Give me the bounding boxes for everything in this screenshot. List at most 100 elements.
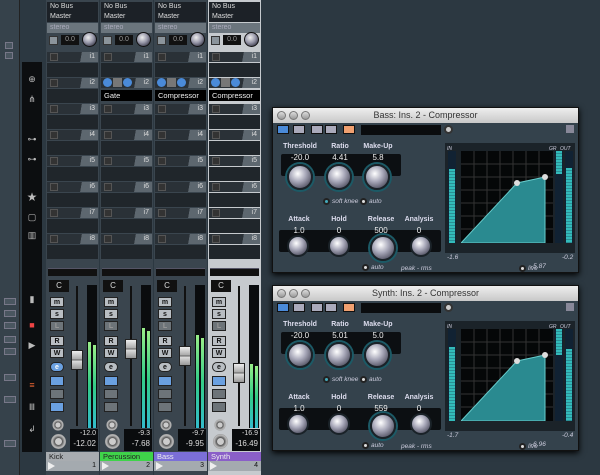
channel-name[interactable]: Kick [46,452,99,461]
pan-mode-button[interactable] [157,36,166,45]
read-button[interactable] [311,303,323,312]
insert-power-button[interactable] [104,157,112,165]
volume-fader[interactable] [125,339,137,359]
insert-bypass-icon[interactable] [104,389,118,399]
auto-makeup-toggle[interactable]: auto [360,376,382,383]
eq-bypass-icon[interactable] [50,376,64,386]
title-bar[interactable]: Bass: Ins. 2 - Compressor [273,108,578,123]
insert-power-button[interactable] [50,235,58,243]
input-routing[interactable]: Master [209,12,260,22]
preset-field[interactable] [361,125,441,135]
analysis-knob[interactable] [410,413,432,435]
return-icon[interactable]: ↲ [22,424,42,435]
output-routing[interactable]: No Bus [155,2,206,12]
pan-knob[interactable] [244,32,259,47]
insert-slot[interactable]: i1 [47,52,98,62]
auto-release-toggle[interactable]: auto [362,442,384,449]
solo-button[interactable]: s [104,309,118,319]
preset-menu-icon[interactable] [444,303,453,312]
pan-knob[interactable] [136,32,151,47]
pan-slider[interactable] [102,268,151,276]
write-button[interactable]: W [104,348,118,358]
collapse-button[interactable] [5,52,13,59]
view-button[interactable] [4,322,16,329]
insert-slot[interactable]: i7 [155,208,206,218]
attack-knob[interactable] [287,235,309,257]
pan-mode-button[interactable] [49,36,58,45]
read-button[interactable]: R [212,336,226,346]
insert-power-button[interactable] [212,131,220,139]
insert-power-button[interactable] [212,209,220,217]
insert-power-button[interactable] [104,183,112,191]
insert-slot-empty[interactable] [209,193,260,207]
send-bypass-icon[interactable] [212,402,226,412]
insert-slot-empty[interactable] [47,89,98,103]
insert-slot[interactable]: i3 [47,104,98,114]
insert-edit-button[interactable] [221,78,230,87]
insert-slot[interactable]: i5 [209,156,260,166]
edit-channel-button[interactable]: e [50,362,64,372]
read-button[interactable]: R [104,336,118,346]
view-button[interactable] [4,440,16,447]
insert-slot-empty[interactable] [155,193,206,207]
eq-icon[interactable]: ≡ [22,380,42,390]
output-routing[interactable]: No Bus [47,2,98,12]
view-button[interactable] [4,298,16,305]
sidechain-button[interactable] [343,125,355,134]
insert-power-button[interactable] [104,53,112,61]
insert-slot-empty[interactable] [47,219,98,233]
fader-icon[interactable]: ▮ [22,294,42,305]
send-bypass-icon[interactable] [50,402,64,412]
release-value[interactable]: 500 [363,226,399,235]
insert-slot[interactable]: i4 [209,130,260,140]
pan-value[interactable]: 0.0 [61,35,79,45]
insert-slot-empty[interactable] [101,167,152,181]
insert-power-button[interactable] [50,183,58,191]
input-routing-icon[interactable]: ⊕ [22,74,42,85]
insert-power-button[interactable] [104,105,112,113]
insert-slot-empty[interactable] [209,141,260,155]
threshold-value[interactable]: -20.0 [282,153,318,162]
threshold-value[interactable]: -20.0 [282,331,318,340]
pan-knob[interactable] [190,32,205,47]
insert-slot-empty[interactable] [155,219,206,233]
picture-icon[interactable]: ▢ [22,212,42,223]
send-bypass-icon[interactable] [158,402,172,412]
solo-button[interactable]: s [50,309,64,319]
attack-value[interactable]: 1.0 [281,404,317,413]
make-up-knob[interactable] [364,164,390,190]
solo-button[interactable]: s [158,309,172,319]
power-button[interactable] [277,125,289,134]
record-icon[interactable]: ■ [22,320,42,330]
insert-slot-empty[interactable] [155,245,206,259]
insert-slot-empty[interactable] [209,63,260,77]
insert-slot-empty[interactable] [101,193,152,207]
insert-slot[interactable]: i5 [155,156,206,166]
edit-channel-button[interactable]: e [104,362,118,372]
ratio-value[interactable]: 4.41 [322,153,358,162]
insert-slot[interactable]: i6 [47,182,98,192]
record-enable-button[interactable] [51,434,66,449]
insert-slot-empty[interactable] [155,115,206,129]
insert-slot[interactable]: i4 [155,130,206,140]
insert-slot[interactable]: i1 [209,52,260,62]
eq-bypass-icon[interactable] [212,376,226,386]
analysis-value[interactable]: 0 [401,226,437,235]
insert-slot[interactable]: i2 [47,78,98,88]
compression-curve-display[interactable] [445,143,575,253]
insert-plugin-name[interactable]: Compressor [155,90,206,101]
insert-power-button[interactable] [158,157,166,165]
insert-power-button[interactable] [103,78,112,87]
insert-slot[interactable]: i8 [101,234,152,244]
insert-bypass-button[interactable] [123,78,132,87]
mute-button[interactable]: m [50,297,64,307]
threshold-knob[interactable] [287,342,313,368]
insert-power-button[interactable] [212,53,220,61]
close-window-button[interactable] [277,111,286,120]
edit-channel-button[interactable]: e [212,362,226,372]
ratio-knob[interactable] [326,342,352,368]
view-button[interactable] [4,374,16,381]
insert-slot[interactable]: i8 [155,234,206,244]
release-knob[interactable] [370,413,396,439]
insert-power-button[interactable] [158,235,166,243]
